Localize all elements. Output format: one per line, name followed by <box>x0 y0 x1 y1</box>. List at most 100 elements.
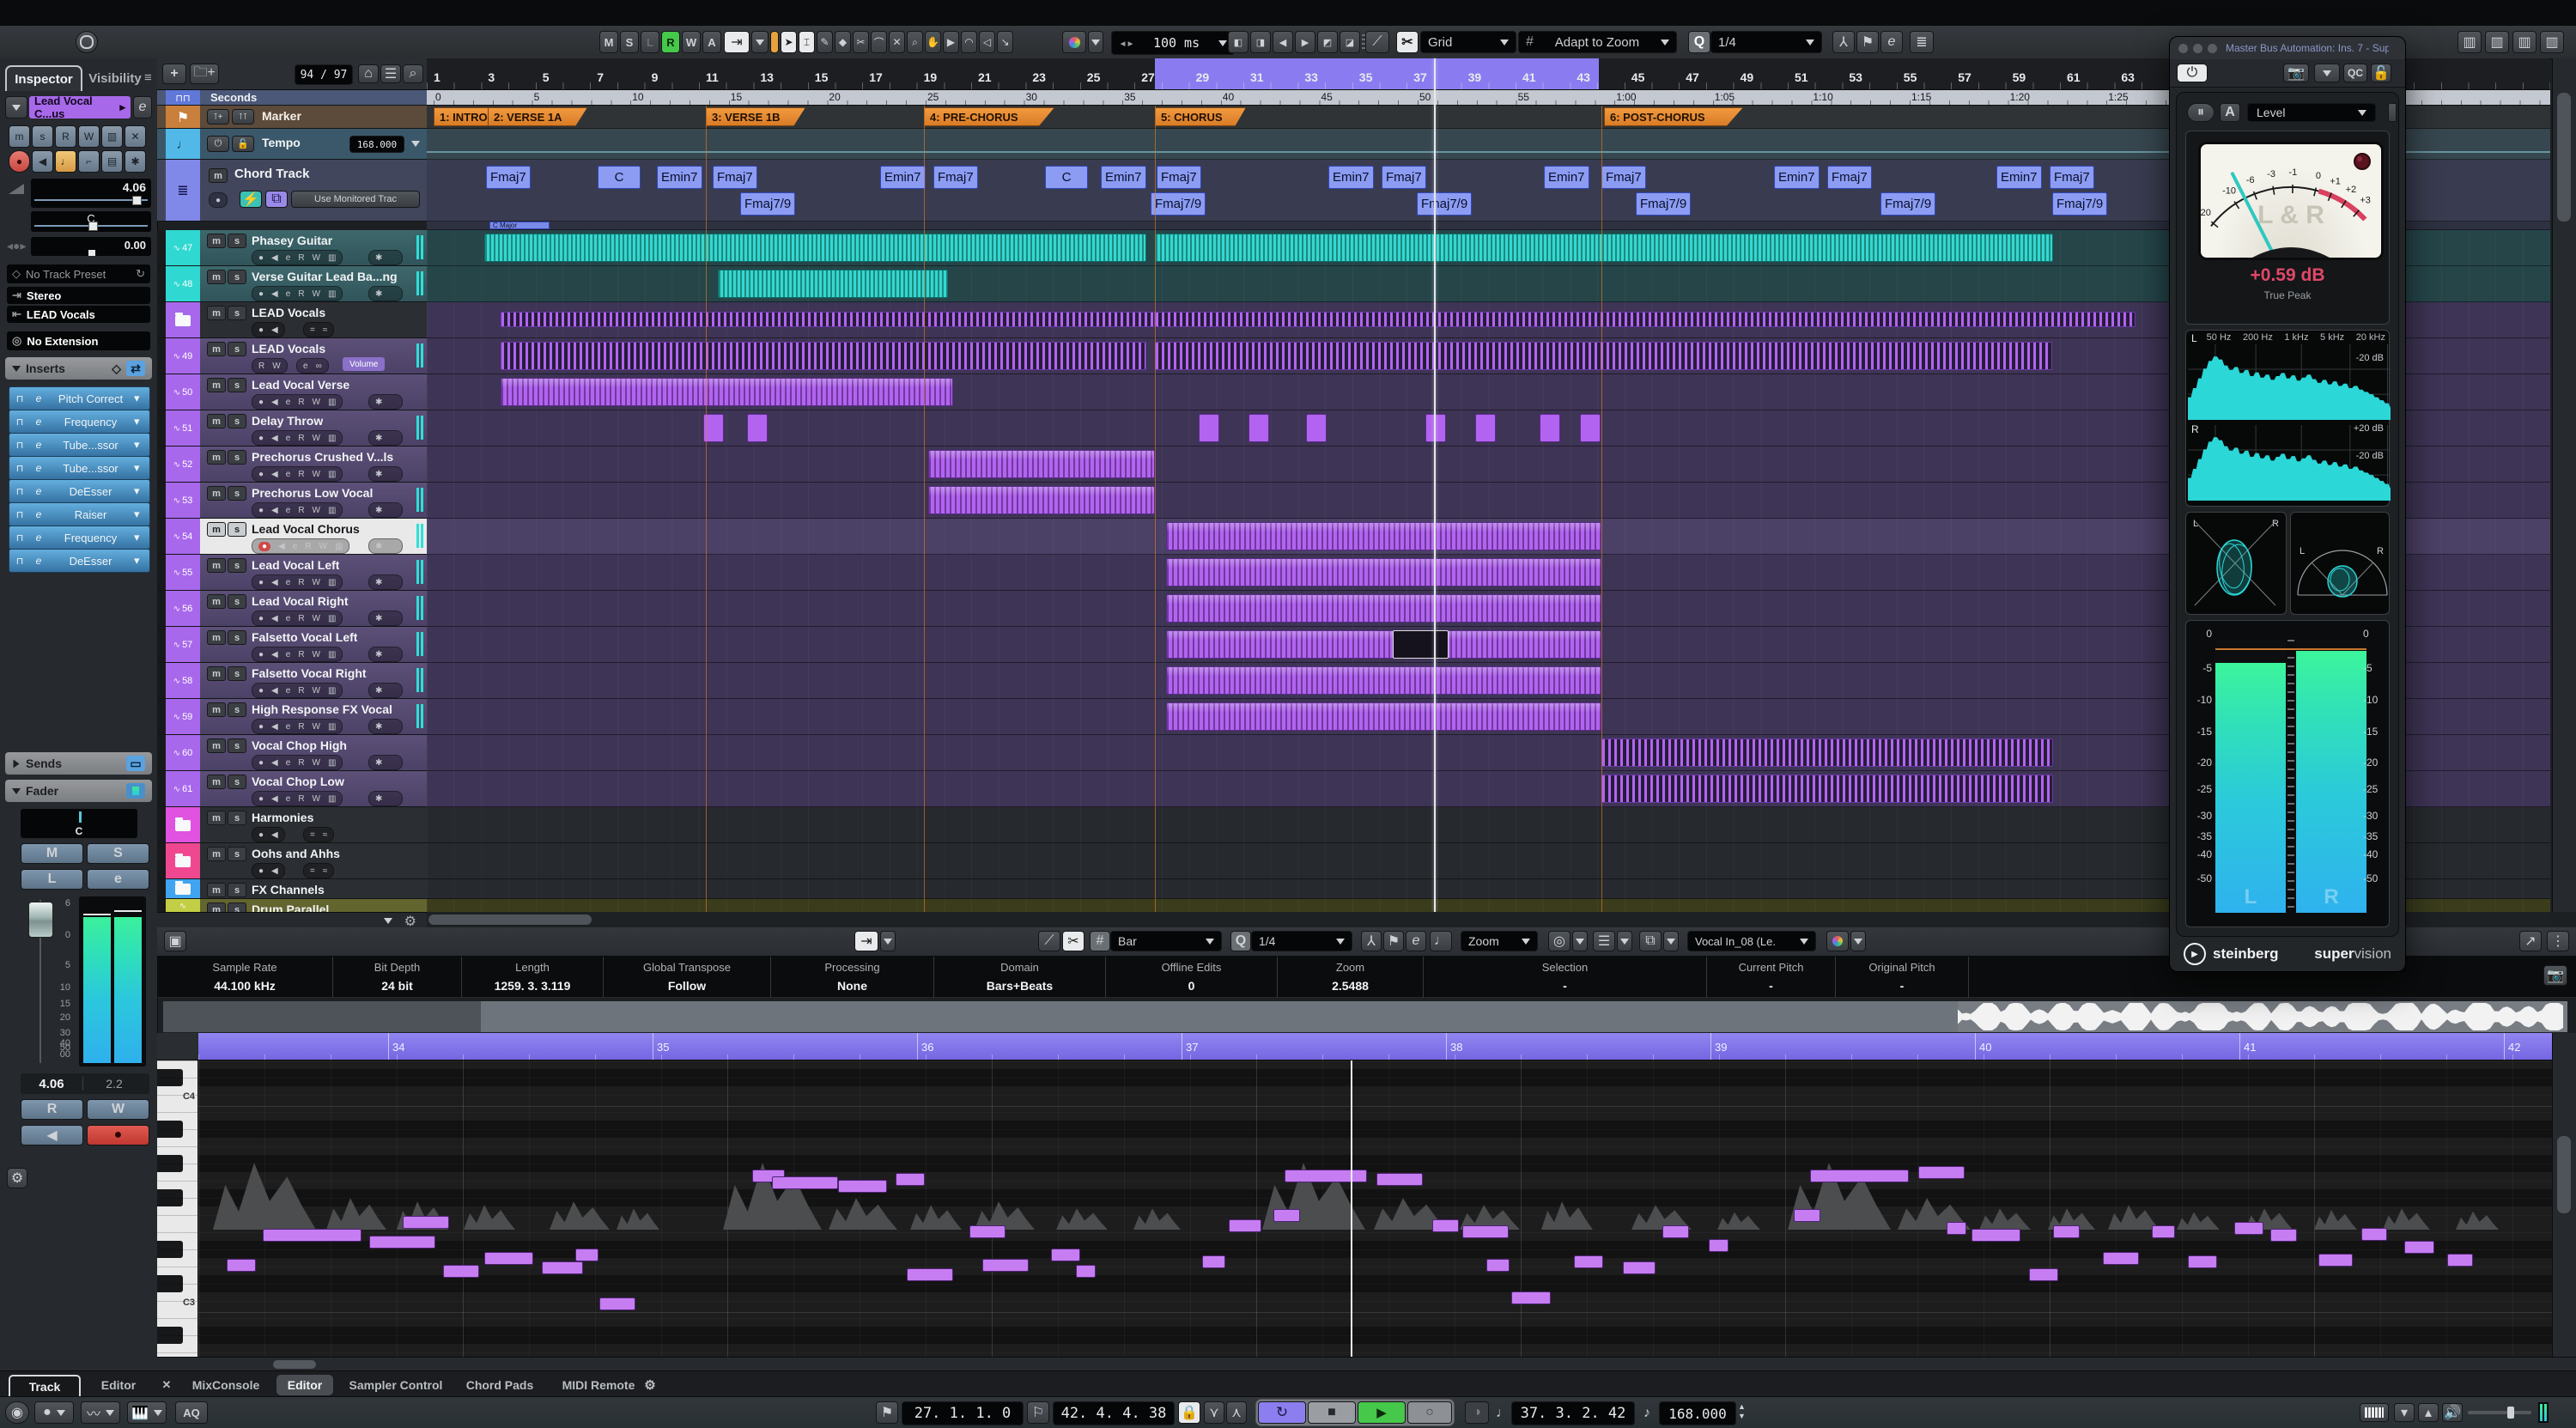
track-solo-button[interactable]: s <box>228 775 246 789</box>
monitor-button[interactable]: ◀ <box>21 1125 83 1145</box>
track-edit-icon[interactable]: e <box>286 289 291 299</box>
track-lanes-icon[interactable]: ▥ <box>328 434 336 443</box>
add-folder-button[interactable]: 🗀+ <box>190 64 219 84</box>
insert-edit-icon[interactable]: e <box>30 392 47 404</box>
audition-tool-icon[interactable]: ▶ <box>943 31 959 53</box>
inspector-solo-button[interactable]: s <box>32 125 53 148</box>
track-title[interactable]: Lead Vocal C...us▸ <box>29 96 131 118</box>
folder-wave-icon[interactable]: ≈ <box>323 830 328 840</box>
vari-audio-note[interactable] <box>599 1297 635 1310</box>
vari-audio-note[interactable] <box>2270 1229 2297 1242</box>
track-record-icon[interactable]: ● <box>258 794 264 804</box>
vari-audio-note[interactable] <box>2447 1254 2473 1267</box>
editor-window-dropdown[interactable] <box>1663 931 1679 951</box>
arrange-hscroll-handle[interactable] <box>428 915 592 925</box>
editor-layers-dropdown[interactable] <box>1617 931 1632 951</box>
editor-vscroll-handle[interactable] <box>2557 1136 2571 1213</box>
insert-dropdown-icon[interactable]: ▾ <box>134 484 149 498</box>
infoline-column[interactable]: Offline Edits0 <box>1106 957 1278 998</box>
main-volume-icon[interactable]: 🔊 <box>2442 1403 2463 1422</box>
track-write-icon[interactable]: W <box>313 470 320 479</box>
record-mode-dropdown[interactable]: ● <box>34 1401 74 1424</box>
editor-vscrollbar[interactable] <box>2552 1033 2576 1357</box>
close-lower-zone-icon[interactable]: ✕ <box>156 1375 177 1395</box>
record-button[interactable]: ○ <box>1407 1401 1452 1424</box>
editor-solo-icon[interactable]: ▣ <box>164 931 186 951</box>
track-lanes-icon[interactable]: ▥ <box>328 289 336 299</box>
track-solo-button[interactable]: s <box>228 811 246 825</box>
time-display[interactable]: ◂▸ 100 ms <box>1111 31 1235 55</box>
audio-event[interactable] <box>1155 342 2052 370</box>
audio-event[interactable] <box>501 378 953 406</box>
track-freeze-pill[interactable]: ✱ <box>368 250 403 265</box>
track-row[interactable]: ∿51msDelay Throw●◀eRW▥✱ <box>157 410 427 447</box>
insert-dropdown-icon[interactable]: ▾ <box>134 438 149 452</box>
pan-box[interactable]: C <box>31 211 151 232</box>
audio-event[interactable] <box>1475 414 1496 442</box>
track-monitor-icon[interactable]: ◀ <box>271 253 278 263</box>
track-mute-button[interactable]: m <box>207 775 226 789</box>
inspector-snowflake-button[interactable]: ✱ <box>125 150 146 173</box>
fader-pan-display[interactable]: C <box>21 809 137 838</box>
infoline-column[interactable]: Current Pitch- <box>1707 957 1836 998</box>
track-row[interactable]: ∿55msLead Vocal Left●◀eRW▥✱ <box>157 555 427 591</box>
zone-tab-editor[interactable]: Editor <box>276 1375 333 1395</box>
track-mute-button[interactable]: m <box>207 414 226 428</box>
track-monitor-icon[interactable]: ◀ <box>271 578 278 587</box>
track-record-icon[interactable]: ● <box>258 614 264 623</box>
track-write-icon[interactable]: W <box>313 289 320 299</box>
vari-audio-note[interactable] <box>1376 1173 1423 1186</box>
track-lanes-icon[interactable]: ▥ <box>328 578 336 587</box>
grid-type-dropdown[interactable]: #Adapt to Zoom <box>1518 31 1677 53</box>
lower-zone-gear-icon[interactable]: ⚙ <box>637 1375 663 1395</box>
insert-dropdown-icon[interactable]: ▾ <box>134 531 149 544</box>
constrain-delay-icon[interactable]: ◉ <box>5 1401 29 1424</box>
track-monitor-icon[interactable]: ◀ <box>271 722 278 732</box>
track-read-icon[interactable]: R <box>258 362 264 371</box>
track-record-icon[interactable]: ● <box>258 578 264 587</box>
track-solo-button[interactable]: s <box>228 666 246 681</box>
audio-event[interactable] <box>1166 594 1601 623</box>
track-mute-button[interactable]: m <box>207 738 226 753</box>
vari-audio-note[interactable] <box>1202 1255 1225 1268</box>
iterative-quantize-button[interactable]: ⅄ <box>1832 31 1855 53</box>
automation-button-w[interactable]: W <box>682 31 701 53</box>
snap-button[interactable]: ✂ <box>1396 31 1419 53</box>
folder-record-icon[interactable]: ● <box>258 830 264 840</box>
chord-event[interactable]: Fmaj7/9 <box>2052 192 2107 216</box>
window-layout-icon[interactable]: ▥ <box>2540 31 2564 53</box>
track-row[interactable]: ∿53msPrechorus Low Vocal●◀eRW▥✱ <box>157 483 427 519</box>
track-lanes-icon[interactable]: ▥ <box>328 506 336 515</box>
insert-bypass-icon[interactable]: ⊓ <box>9 416 30 428</box>
insert-bypass-icon[interactable]: ⊓ <box>9 532 30 544</box>
vari-audio-note[interactable] <box>2234 1222 2263 1235</box>
chord-event[interactable]: Fmaj7 <box>2050 166 2094 189</box>
plugin-qc-button[interactable]: QC <box>2343 64 2367 82</box>
inspector-link-button[interactable]: ▥ <box>101 125 123 148</box>
track-lanes-icon[interactable]: ▥ <box>328 614 336 623</box>
editor-iq-button[interactable]: ⅄ <box>1361 931 1382 951</box>
fader-peak-value[interactable]: 2.2 <box>83 1077 145 1091</box>
vari-audio-note[interactable] <box>969 1225 1005 1238</box>
vari-audio-note[interactable] <box>542 1261 583 1274</box>
inspector-lock-button[interactable]: ⌐ <box>78 150 100 173</box>
track-solo-button[interactable]: s <box>228 450 246 465</box>
track-record-icon[interactable]: ● <box>258 722 264 732</box>
chord-resolve-button[interactable]: ⧉ <box>265 191 288 208</box>
draw-tool-icon[interactable]: ✎ <box>817 31 833 53</box>
inserts-header[interactable]: Inserts◇⇄ <box>5 357 152 380</box>
insert-slot[interactable]: ⊓eFrequency▾ <box>9 526 150 550</box>
audio-event[interactable] <box>1601 775 2053 803</box>
track-freeze-pill[interactable]: ✱ <box>368 538 403 554</box>
play-tool-icon[interactable]: ◁ <box>979 31 995 53</box>
track-solo-button[interactable]: s <box>228 558 246 573</box>
output-routing-field[interactable]: ⇤LEAD Vocals <box>7 306 150 323</box>
vari-audio-note[interactable] <box>1051 1249 1080 1261</box>
marker-event[interactable]: 5: CHORUS <box>1155 107 1246 126</box>
chord-event[interactable]: Fmaj7/9 <box>1151 192 1206 216</box>
track-mute-button[interactable]: m <box>207 811 226 825</box>
automation-button-m[interactable]: M <box>599 31 618 53</box>
audio-event[interactable] <box>1601 738 2053 767</box>
channel-mute-button[interactable]: M <box>21 843 83 864</box>
insert-edit-icon[interactable]: e <box>30 532 47 544</box>
